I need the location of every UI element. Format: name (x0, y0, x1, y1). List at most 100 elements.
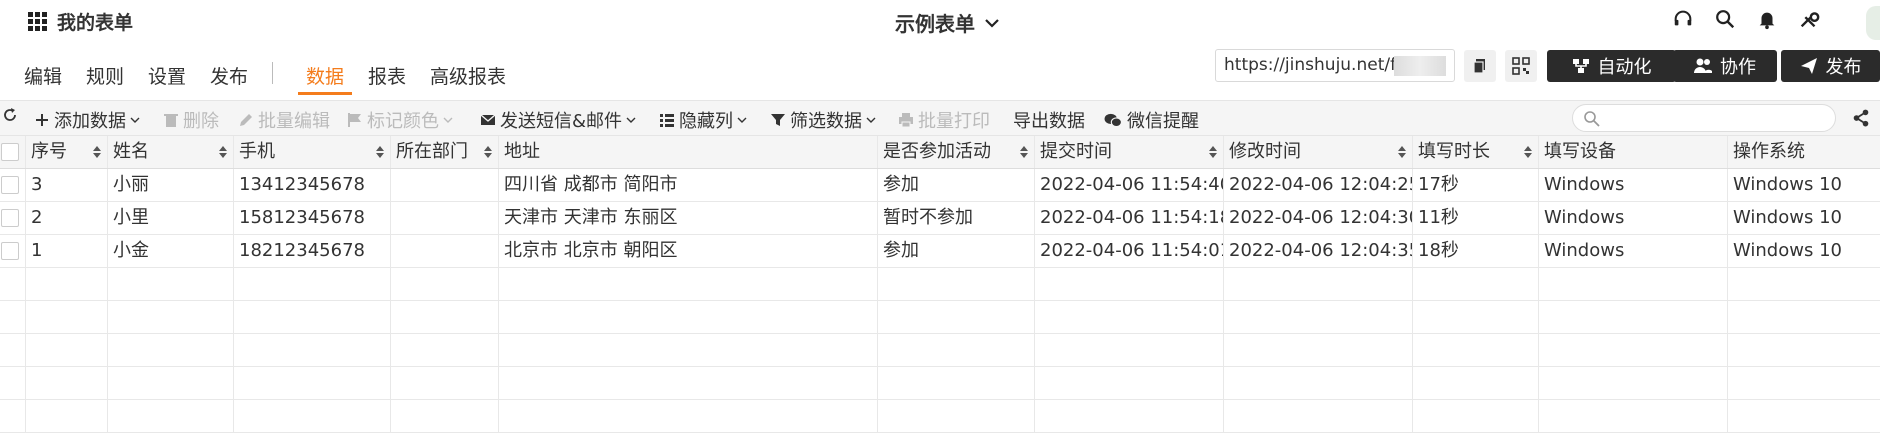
batch-print-button[interactable]: 批量打印 (898, 107, 990, 133)
tab-reports[interactable]: 报表 (368, 62, 406, 89)
copy-link-button[interactable] (1464, 50, 1496, 82)
table-cell[interactable] (234, 400, 391, 432)
table-cell[interactable]: Windows (1539, 235, 1728, 267)
table-cell[interactable]: 小里 (108, 202, 234, 234)
column-header[interactable]: 修改时间 (1224, 136, 1413, 168)
column-header[interactable]: 填写时长 (1413, 136, 1539, 168)
avatar[interactable] (1866, 6, 1880, 40)
table-cell[interactable] (1539, 400, 1728, 432)
table-cell[interactable]: 11秒 (1413, 202, 1539, 234)
app-title-area[interactable]: 我的表单 (28, 8, 133, 35)
table-cell[interactable] (1539, 334, 1728, 366)
table-row[interactable] (0, 367, 1880, 400)
table-cell[interactable] (499, 268, 878, 300)
collaborate-button[interactable]: 协作 (1673, 50, 1777, 82)
table-cell[interactable] (26, 367, 108, 399)
tab-rules[interactable]: 规则 (86, 62, 124, 89)
table-cell[interactable]: 天津市 天津市 东丽区 (499, 202, 878, 234)
table-cell[interactable]: 2022-04-06 11:54:01 (1035, 235, 1224, 267)
table-cell[interactable]: Windows 10 (1728, 169, 1880, 201)
table-cell[interactable]: 15812345678 (234, 202, 391, 234)
table-cell[interactable]: 13412345678 (234, 169, 391, 201)
publish-button[interactable]: 发布 (1781, 50, 1880, 82)
refresh-button[interactable] (2, 107, 18, 123)
column-header[interactable]: 序号 (26, 136, 108, 168)
table-row[interactable] (0, 268, 1880, 301)
table-cell[interactable]: Windows 10 (1728, 235, 1880, 267)
form-title-dropdown[interactable]: 示例表单 (895, 8, 1001, 37)
tab-data[interactable]: 数据 (306, 62, 344, 89)
table-cell[interactable] (234, 334, 391, 366)
table-cell[interactable] (1035, 268, 1224, 300)
table-cell[interactable]: 2022-04-06 11:54:18 (1035, 202, 1224, 234)
table-cell[interactable] (1413, 268, 1539, 300)
table-row[interactable]: 1 小金 18212345678 北京市 北京市 朝阳区 参加 2022-04-06 11… (0, 235, 1880, 268)
table-cell[interactable]: Windows 10 (1728, 202, 1880, 234)
table-cell[interactable] (1539, 301, 1728, 333)
grid-menu-icon[interactable] (28, 12, 47, 31)
table-cell[interactable] (26, 301, 108, 333)
table-cell[interactable]: Windows (1539, 202, 1728, 234)
table-search-input[interactable] (1607, 107, 1827, 129)
table-cell[interactable]: 2022-04-06 12:04:35 (1224, 235, 1413, 267)
table-cell[interactable] (108, 268, 234, 300)
bell-icon[interactable] (1756, 8, 1778, 30)
search-icon[interactable] (1714, 8, 1736, 30)
table-cell[interactable]: 2022-04-06 12:04:25 (1224, 169, 1413, 201)
table-cell[interactable] (108, 334, 234, 366)
table-cell[interactable]: 17秒 (1413, 169, 1539, 201)
filter-data-button[interactable]: 筛选数据 (770, 107, 876, 133)
table-cell[interactable] (391, 268, 499, 300)
tools-icon[interactable] (1798, 8, 1820, 30)
table-cell[interactable] (1035, 367, 1224, 399)
delete-button[interactable]: 删除 (163, 107, 219, 133)
table-cell[interactable]: Windows (1539, 169, 1728, 201)
table-cell[interactable] (1728, 367, 1880, 399)
table-cell[interactable]: 1 (26, 235, 108, 267)
headset-icon[interactable] (1672, 8, 1694, 30)
tab-settings[interactable]: 设置 (148, 62, 186, 89)
table-cell[interactable] (391, 169, 499, 201)
table-cell[interactable] (1224, 301, 1413, 333)
add-data-button[interactable]: 添加数据 (34, 107, 140, 133)
automation-button[interactable]: 自动化 (1547, 50, 1676, 82)
export-data-button[interactable]: 导出数据 (1013, 107, 1085, 133)
send-sms-email-button[interactable]: 发送短信&邮件 (480, 107, 636, 133)
table-cell[interactable] (391, 235, 499, 267)
table-cell[interactable] (391, 367, 499, 399)
table-cell[interactable] (1224, 268, 1413, 300)
tab-publish[interactable]: 发布 (210, 62, 248, 89)
table-cell[interactable] (1728, 301, 1880, 333)
tab-advanced-reports[interactable]: 高级报表 (430, 62, 506, 89)
column-header[interactable]: 填写设备 (1539, 136, 1728, 168)
table-cell[interactable] (499, 301, 878, 333)
table-cell[interactable]: 四川省 成都市 简阳市 (499, 169, 878, 201)
table-cell[interactable]: 18秒 (1413, 235, 1539, 267)
table-cell[interactable] (878, 268, 1035, 300)
column-header[interactable]: 操作系统 (1728, 136, 1880, 168)
table-cell[interactable] (878, 367, 1035, 399)
table-cell[interactable] (1224, 400, 1413, 432)
table-cell[interactable] (1728, 268, 1880, 300)
table-cell[interactable]: 2022-04-06 11:54:40 (1035, 169, 1224, 201)
table-cell[interactable]: 小金 (108, 235, 234, 267)
mark-color-button[interactable]: 标记颜色 (347, 107, 453, 133)
table-cell[interactable] (878, 400, 1035, 432)
column-header[interactable]: 提交时间 (1035, 136, 1224, 168)
table-cell[interactable] (1728, 400, 1880, 432)
table-cell[interactable]: 参加 (878, 235, 1035, 267)
table-cell[interactable] (26, 268, 108, 300)
table-cell[interactable] (1224, 367, 1413, 399)
table-cell[interactable] (1539, 268, 1728, 300)
column-header[interactable]: 姓名 (108, 136, 234, 168)
table-cell[interactable] (108, 367, 234, 399)
table-cell[interactable]: 2022-04-06 12:04:30 (1224, 202, 1413, 234)
table-cell[interactable] (1728, 334, 1880, 366)
table-cell[interactable]: 暂时不参加 (878, 202, 1035, 234)
row-checkbox[interactable] (1, 176, 19, 194)
table-cell[interactable] (1413, 301, 1539, 333)
table-cell[interactable] (26, 400, 108, 432)
table-row[interactable] (0, 400, 1880, 433)
table-cell[interactable] (878, 334, 1035, 366)
table-cell[interactable] (499, 367, 878, 399)
